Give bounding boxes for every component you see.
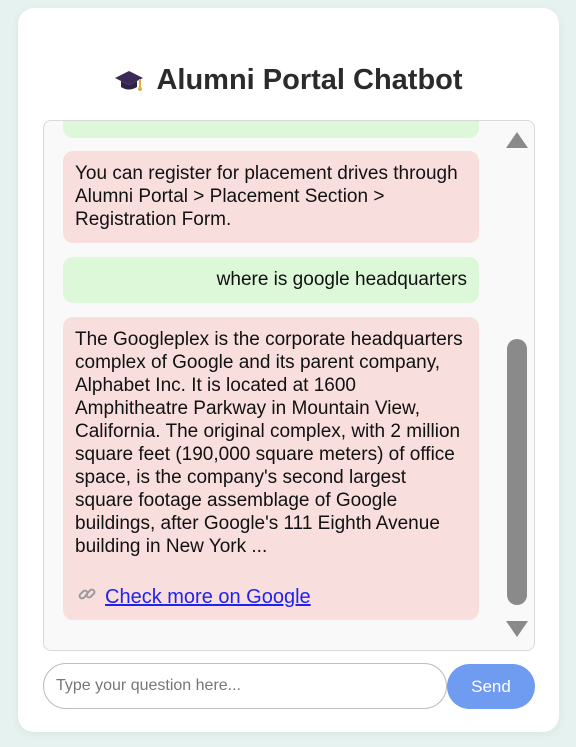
user-message: where is google headquarters bbox=[63, 257, 479, 303]
page-title: Alumni Portal Chatbot bbox=[156, 63, 463, 96]
scrollbar[interactable] bbox=[504, 121, 530, 650]
link-icon bbox=[77, 584, 97, 610]
scroll-down-icon[interactable] bbox=[506, 621, 528, 637]
question-input[interactable] bbox=[43, 663, 447, 709]
external-link-row: Check more on Google bbox=[75, 584, 467, 610]
scrollbar-thumb[interactable] bbox=[507, 339, 527, 605]
chat-messages[interactable]: You can register for placement drives th… bbox=[43, 120, 535, 651]
bot-message: The Googleplex is the corporate headquar… bbox=[63, 317, 479, 620]
bot-message-text: The Googleplex is the corporate headquar… bbox=[75, 329, 463, 557]
send-button[interactable]: Send bbox=[447, 664, 535, 709]
user-message bbox=[63, 121, 479, 138]
scroll-up-icon[interactable] bbox=[506, 132, 528, 148]
graduation-cap-icon bbox=[114, 65, 144, 95]
chat-card: Alumni Portal Chatbot You can register f… bbox=[18, 8, 559, 732]
bot-message: You can register for placement drives th… bbox=[63, 151, 479, 243]
chat-header: Alumni Portal Chatbot bbox=[18, 58, 559, 102]
check-more-google-link[interactable]: Check more on Google bbox=[105, 586, 311, 609]
